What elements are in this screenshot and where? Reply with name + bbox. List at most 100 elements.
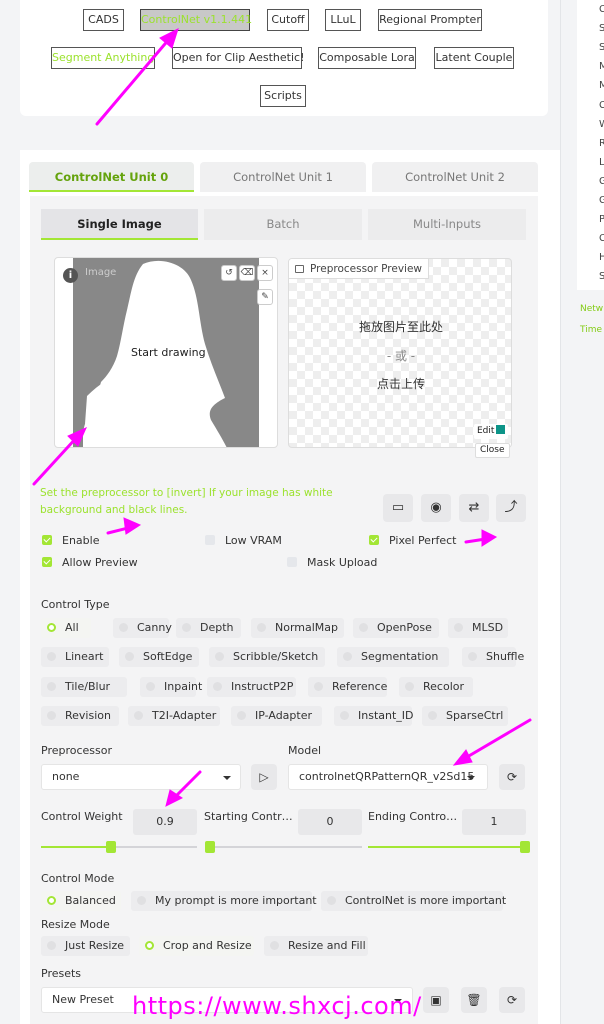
delete-preset-icon[interactable]: 🗑 [461, 987, 487, 1013]
swap-icon[interactable]: ⇄ [459, 494, 489, 522]
control-type-radio[interactable]: T2I-Adapter [128, 706, 220, 726]
sidebar-item[interactable]: L [599, 157, 604, 169]
sidebar-item[interactable]: C [599, 233, 604, 245]
preprocessor-preview-box[interactable]: Preprocessor Preview 拖放图片至此处 - 或 - 点击上传 [288, 258, 512, 448]
image-canvas-box[interactable]: Start drawing i Image ↺ ⌫ × ✎ [54, 257, 278, 448]
ext-scripts-button[interactable]: Scripts [260, 85, 306, 107]
run-preprocessor-icon[interactable]: ▷ [251, 764, 277, 790]
sidebar-item[interactable]: C [599, 100, 604, 112]
control-type-radio[interactable]: Recolor [399, 677, 473, 697]
tab-controlnet-unit-1[interactable]: ControlNet Unit 1 [200, 162, 366, 192]
control-type-radio[interactable]: NormalMap [251, 618, 344, 638]
edit-button[interactable]: Edit [474, 424, 509, 439]
ext-latent-couple-button[interactable]: Latent Couple [434, 47, 514, 69]
control-mode-radio[interactable]: ControlNet is more important [321, 891, 506, 911]
mask-upload-checkbox[interactable]: Mask Upload [287, 556, 377, 570]
ext-llul-button[interactable]: LLuL [325, 9, 361, 31]
refresh-presets-icon[interactable]: ⟳ [499, 987, 525, 1013]
tab-batch[interactable]: Batch [204, 209, 362, 240]
tab-single-image[interactable]: Single Image [41, 209, 198, 240]
ending-control-slider-thumb[interactable] [520, 841, 530, 853]
sidebar-item[interactable]: W [599, 119, 604, 131]
laptop-icon[interactable]: ▭ [383, 494, 413, 522]
control-type-radio[interactable]: Shuffle [462, 647, 524, 667]
sidebar-item[interactable]: C [599, 4, 604, 16]
control-type-radio[interactable]: Instant_ID [334, 706, 414, 726]
preprocessor-select[interactable]: none [41, 764, 241, 790]
control-type-radio[interactable]: Reference [308, 677, 387, 697]
radio-dot [134, 711, 143, 720]
sidebar-item[interactable]: M [599, 61, 604, 73]
ext-segment-anything-button[interactable]: Segment Anything [51, 47, 155, 69]
radio-dot [340, 711, 349, 720]
chevron-down-icon [467, 776, 475, 780]
control-type-radio[interactable]: All [41, 618, 91, 638]
control-type-radio[interactable]: MLSD [448, 618, 508, 638]
info-icon[interactable]: i [63, 268, 78, 283]
save-preset-icon[interactable]: ▣ [423, 987, 449, 1013]
control-mode-radio[interactable]: Balanced [41, 891, 121, 911]
sidebar-item[interactable]: G [599, 195, 604, 207]
sidebar-item[interactable]: G [599, 176, 604, 188]
low-vram-label: Low VRAM [225, 534, 282, 547]
sidebar-item[interactable]: M [599, 80, 604, 92]
model-select[interactable]: controlnetQRPatternQR_v2Sd15 [288, 764, 488, 790]
sidebar-link-netw[interactable]: Netw [580, 304, 603, 315]
resize-mode-radio[interactable]: Just Resize [41, 936, 130, 956]
refresh-models-icon[interactable]: ⟳ [499, 764, 525, 790]
ending-control-slider[interactable] [368, 846, 526, 848]
control-type-radio[interactable]: Lineart [41, 647, 109, 667]
sidebar-item[interactable]: H [599, 252, 604, 264]
control-weight-slider-thumb[interactable] [106, 841, 117, 853]
drawing-canvas[interactable]: Start drawing [73, 258, 259, 447]
sidebar-item[interactable]: S [599, 271, 604, 283]
ext-regional-prompter-button[interactable]: Regional Prompter [378, 9, 482, 31]
allow-preview-checkbox[interactable]: Allow Preview [42, 556, 138, 570]
control-type-radio[interactable]: Tile/Blur [41, 677, 127, 697]
sidebar-item[interactable]: R [599, 138, 604, 150]
control-type-radio[interactable]: Inpaint [140, 677, 202, 697]
enable-checkbox[interactable]: Enable [42, 534, 99, 548]
starting-control-slider-thumb[interactable] [205, 841, 215, 853]
tab-multi-inputs[interactable]: Multi-Inputs [368, 209, 526, 240]
starting-control-slider[interactable] [205, 846, 362, 848]
starting-control-input[interactable]: 0 [298, 809, 362, 835]
control-type-radio[interactable]: OpenPose [353, 618, 439, 638]
ending-control-input[interactable]: 1 [462, 809, 526, 835]
control-type-radio[interactable]: InstructP2P [207, 677, 296, 697]
sidebar-link-time[interactable]: Time [580, 325, 602, 336]
control-type-radio[interactable]: Canny [113, 618, 172, 638]
ext-cads-button[interactable]: CADS [83, 9, 124, 31]
tab-controlnet-unit-2[interactable]: ControlNet Unit 2 [372, 162, 538, 192]
control-weight-slider[interactable] [41, 846, 197, 848]
send-dimensions-icon[interactable]: ⤴ [496, 494, 526, 522]
ext-controlnet-button[interactable]: ControlNet v1.1.441 [140, 9, 252, 31]
close-icon[interactable]: × [257, 265, 273, 281]
close-button[interactable]: Close [475, 443, 510, 458]
undo-icon[interactable]: ↺ [221, 265, 237, 281]
ext-cutoff-button[interactable]: Cutoff [267, 9, 309, 31]
ext-clip-aesthetic-button[interactable]: Open for Clip Aesthetic! [172, 47, 304, 69]
resize-mode-radio[interactable]: Crop and Resize [139, 936, 254, 956]
radio-dot [327, 896, 336, 905]
tab-controlnet-unit-0[interactable]: ControlNet Unit 0 [29, 162, 194, 192]
sidebar-item[interactable]: P [599, 214, 604, 226]
control-type-radio[interactable]: Segmentation [337, 647, 449, 667]
low-vram-checkbox[interactable]: Low VRAM [205, 534, 282, 548]
control-type-radio[interactable]: Scribble/Sketch [209, 647, 325, 667]
eraser-icon[interactable]: ⌫ [239, 265, 255, 281]
control-type-radio[interactable]: SparseCtrl [422, 706, 508, 726]
sidebar-item[interactable]: S [599, 23, 604, 35]
brush-icon[interactable]: ✎ [257, 289, 273, 305]
control-type-radio[interactable]: SoftEdge [119, 647, 199, 667]
resize-mode-radio[interactable]: Resize and Fill [264, 936, 368, 956]
ext-composable-lora-button[interactable]: Composable Lora [318, 47, 416, 69]
control-type-radio[interactable]: IP-Adapter [231, 706, 322, 726]
control-type-radio[interactable]: Depth [176, 618, 241, 638]
sidebar-item[interactable]: S [599, 42, 604, 54]
control-mode-radio[interactable]: My prompt is more important [131, 891, 317, 911]
control-type-radio[interactable]: Revision [41, 706, 119, 726]
webcam-icon[interactable]: ◉ [421, 494, 451, 522]
pixel-perfect-checkbox[interactable]: Pixel Perfect [369, 534, 456, 548]
control-weight-input[interactable]: 0.9 [133, 809, 197, 835]
